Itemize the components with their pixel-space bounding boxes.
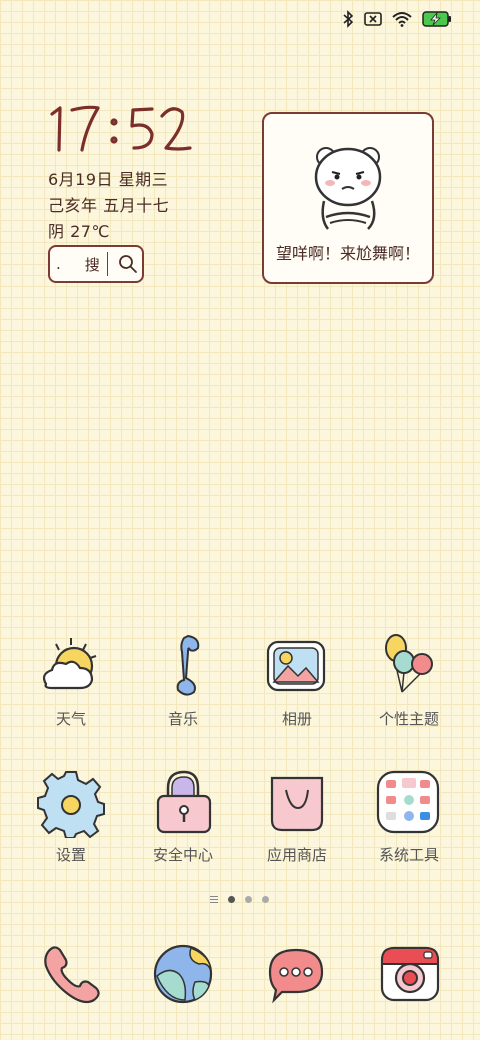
app-label-music: 音乐 xyxy=(167,710,198,728)
search-icon[interactable] xyxy=(118,254,138,274)
bluetooth-icon xyxy=(343,10,354,28)
app-system-tools[interactable]: 系统工具 xyxy=(354,768,464,865)
music-icon xyxy=(176,634,200,696)
meme-caption: 望咩啊！来尬舞啊！ xyxy=(275,244,420,263)
camera-icon[interactable] xyxy=(378,942,442,1006)
battery-charging-icon xyxy=(422,11,451,27)
app-store[interactable]: 应用商店 xyxy=(242,768,352,865)
browser-globe-icon[interactable] xyxy=(151,942,215,1006)
app-label-security: 安全中心 xyxy=(152,846,213,864)
security-lock-icon xyxy=(156,770,212,834)
weather-icon xyxy=(42,638,97,690)
search-widget[interactable]: . 搜 xyxy=(48,245,144,283)
app-label-system-tools: 系统工具 xyxy=(378,846,439,864)
page-dot xyxy=(245,896,252,903)
search-label: 搜 xyxy=(84,255,100,274)
clock-time[interactable] xyxy=(48,100,193,158)
settings-gear-icon xyxy=(37,771,105,839)
page-indicator[interactable] xyxy=(210,896,269,903)
status-bar xyxy=(342,10,452,28)
app-weather[interactable]: 天气 xyxy=(16,632,126,729)
search-divider xyxy=(106,252,108,276)
weather-text: 阴 27℃ xyxy=(48,222,110,241)
page-dot-active xyxy=(228,896,235,903)
page-dot xyxy=(262,896,269,903)
app-label-weather: 天气 xyxy=(55,710,86,728)
no-sim-icon xyxy=(364,12,382,26)
app-music[interactable]: 音乐 xyxy=(128,632,238,729)
search-dot: . xyxy=(56,255,61,273)
messages-icon[interactable] xyxy=(264,942,328,1006)
meme-widget[interactable]: 望咩啊！来尬舞啊！ xyxy=(262,112,434,284)
lunar-date-text: 己亥年 五月十七 xyxy=(48,196,170,215)
meme-bear-image xyxy=(314,147,382,230)
system-tools-icon xyxy=(376,770,440,834)
gallery-icon xyxy=(266,640,326,692)
page-indicator-menu-icon xyxy=(210,896,218,903)
app-security[interactable]: 安全中心 xyxy=(128,768,238,865)
app-gallery[interactable]: 相册 xyxy=(242,632,352,729)
wifi-icon xyxy=(392,12,412,27)
app-settings[interactable]: 设置 xyxy=(16,768,126,865)
date-text: 6月19日 星期三 xyxy=(48,170,169,189)
app-label-gallery: 相册 xyxy=(281,710,312,728)
app-store-bag-icon xyxy=(270,776,324,832)
app-label-themes: 个性主题 xyxy=(378,710,439,728)
app-themes[interactable]: 个性主题 xyxy=(354,632,464,729)
app-label-store: 应用商店 xyxy=(266,846,327,864)
theme-balloons-icon xyxy=(385,634,433,693)
app-label-settings: 设置 xyxy=(55,846,86,864)
phone-icon[interactable] xyxy=(38,942,102,1006)
